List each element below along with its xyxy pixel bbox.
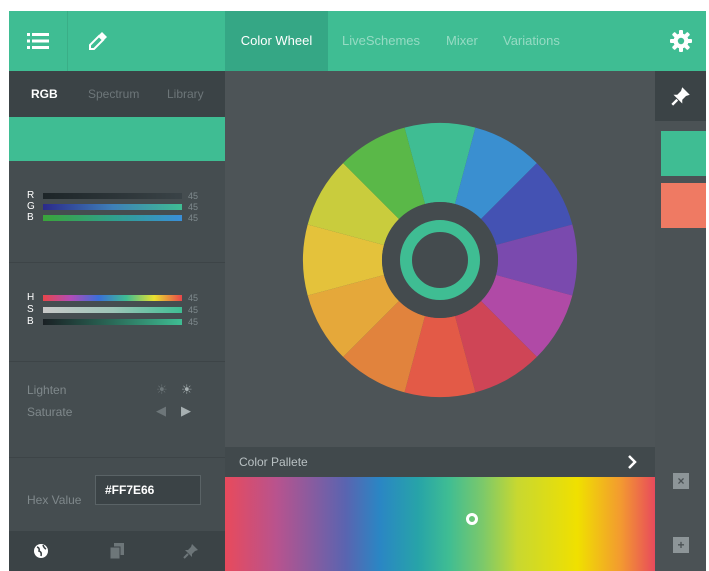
r-slider[interactable]	[43, 193, 182, 199]
palette-picker-handle[interactable]	[466, 513, 478, 525]
pin-slot-button[interactable]	[655, 71, 706, 121]
saved-swatch-1[interactable]	[661, 131, 706, 176]
menu-icon	[27, 33, 49, 49]
current-color-swatch	[9, 117, 225, 161]
copy-button[interactable]	[107, 541, 127, 561]
slider-value-s: 45	[188, 305, 199, 315]
pin-icon	[183, 544, 198, 559]
settings-button[interactable]	[655, 11, 706, 71]
section-divider	[9, 361, 225, 362]
tab-mixer[interactable]: Mixer	[446, 11, 478, 71]
menu-button[interactable]	[9, 11, 67, 71]
globe-icon	[34, 544, 48, 558]
left-bottom-bar	[9, 531, 225, 571]
hex-value-label: Hex Value	[27, 493, 82, 507]
palette-gradient[interactable]	[225, 477, 655, 571]
add-to-folder-icon: +	[677, 538, 685, 552]
close-button[interactable]: ×	[673, 473, 689, 489]
gear-icon	[669, 30, 692, 52]
slider-label-s: S	[27, 304, 34, 315]
brightness-slider[interactable]	[43, 319, 182, 325]
hex-value-field[interactable]: #FF7E66	[95, 475, 201, 505]
slider-value-h: 45	[188, 293, 199, 303]
right-panel: × +	[655, 71, 706, 571]
slider-value-g: 45	[188, 202, 199, 212]
palette-header[interactable]: Color Pallete	[225, 447, 655, 477]
saturate-label: Saturate	[27, 405, 73, 419]
eyedropper-icon	[89, 32, 107, 50]
wheel-center	[382, 202, 498, 318]
s-slider[interactable]	[43, 307, 182, 313]
pin-icon	[670, 87, 690, 106]
section-divider	[9, 262, 225, 263]
tab-color-wheel[interactable]: Color Wheel	[225, 11, 328, 71]
darken-button[interactable]: ☀	[156, 383, 168, 397]
desaturate-button[interactable]: ◀	[156, 404, 166, 418]
lighten-label: Lighten	[27, 383, 67, 397]
eyedropper-button[interactable]	[68, 11, 128, 71]
h-slider[interactable]	[43, 295, 182, 301]
palette-title: Color Pallete	[239, 455, 308, 469]
lighten-button[interactable]: ☀	[181, 383, 193, 397]
slider-value-r: 45	[188, 191, 199, 201]
top-toolbar: Color Wheel LiveSchemes Mixer Variations	[9, 11, 706, 71]
slider-value-b: 45	[188, 213, 199, 223]
tab-variations[interactable]: Variations	[503, 11, 560, 71]
color-wheel[interactable]	[225, 71, 655, 447]
g-slider[interactable]	[43, 204, 182, 210]
copy-icon	[110, 543, 124, 559]
color-app: Color Wheel LiveSchemes Mixer Variations…	[9, 11, 706, 571]
mode-subtabs: RGB Spectrum Library	[9, 71, 225, 117]
pin-button[interactable]	[181, 541, 201, 561]
b-slider[interactable]	[43, 215, 182, 221]
slider-label-b: B	[27, 212, 34, 223]
slider-label-r: R	[27, 190, 35, 201]
slider-label-g: G	[27, 201, 35, 212]
left-panel: RGB Spectrum Library R 45 G 45 B 45 H 45…	[9, 71, 225, 571]
color-wheel-area	[225, 71, 655, 447]
saturate-button[interactable]: ▶	[181, 404, 191, 418]
slider-label-h: H	[27, 292, 35, 303]
slider-value-b2: 45	[188, 317, 199, 327]
add-to-folder-button[interactable]: +	[673, 537, 689, 553]
subtab-rgb[interactable]: RGB	[31, 71, 58, 117]
saved-swatch-2[interactable]	[661, 183, 706, 228]
section-divider	[9, 457, 225, 458]
globe-button[interactable]	[31, 541, 51, 561]
tab-liveschemes[interactable]: LiveSchemes	[342, 11, 420, 71]
chevron-right-icon[interactable]	[627, 455, 637, 469]
subtab-library[interactable]: Library	[167, 71, 204, 117]
slider-label-b2: B	[27, 316, 34, 327]
close-icon: ×	[677, 474, 685, 488]
subtab-spectrum[interactable]: Spectrum	[88, 71, 139, 117]
